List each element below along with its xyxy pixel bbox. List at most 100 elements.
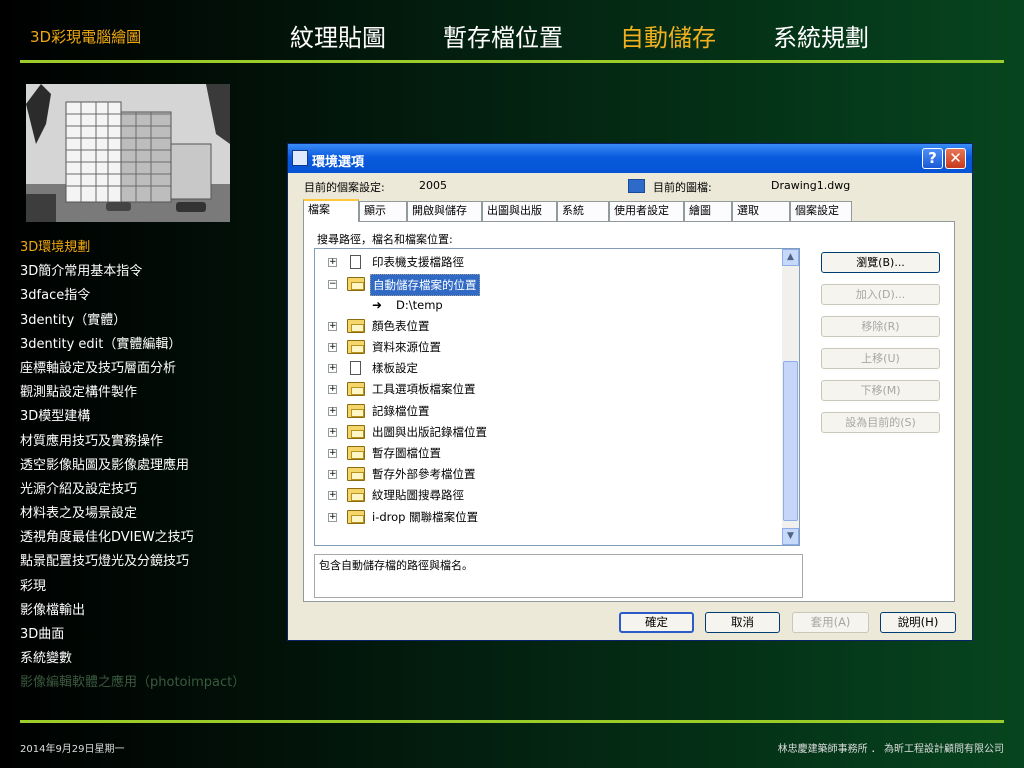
sidebar-item[interactable]: 觀測點設定構件製作 (20, 381, 280, 405)
sidebar-item[interactable]: 材質應用技巧及實務操作 (20, 430, 280, 454)
expand-icon[interactable]: + (328, 491, 337, 500)
description-box: 包含自動儲存檔的路徑與檔名。 (314, 554, 803, 598)
tab-open-save[interactable]: 開啟與儲存 (407, 201, 482, 221)
nav-auto-save[interactable]: 自動儲存 (620, 18, 716, 53)
app-icon (292, 150, 308, 166)
search-path-tree[interactable]: + 印表機支援檔路徑 − 自動儲存檔案的位置 ➜ D:\temp + 顏色表位置… (314, 248, 800, 546)
scroll-up-icon[interactable]: ▲ (782, 249, 799, 266)
scroll-thumb[interactable] (783, 361, 798, 521)
folder-icon (347, 510, 365, 524)
browse-button[interactable]: 瀏覽(B)... (821, 252, 940, 273)
expand-icon[interactable]: + (328, 513, 337, 522)
nav-system-planning[interactable]: 系統規劃 (773, 18, 869, 53)
profile-label: 目前的個案設定: (304, 181, 385, 194)
tab-files[interactable]: 檔案 (303, 199, 359, 222)
expand-icon[interactable]: + (328, 385, 337, 394)
ok-button[interactable]: 確定 (619, 612, 694, 633)
sidebar-item-3d-environment[interactable]: 3D環境規劃 (20, 236, 280, 260)
tree-item-label: 顏色表位置 (372, 319, 430, 333)
cancel-button[interactable]: 取消 (705, 612, 780, 633)
tree-item-label: 記錄檔位置 (372, 404, 430, 418)
sidebar-item[interactable]: 3D模型建構 (20, 405, 280, 429)
sidebar-menu: 3D環境規劃 3D簡介常用基本指令 3dface指令 3dentity（實體） … (20, 236, 280, 696)
sidebar-item[interactable]: 影像編輯軟體之應用（photoimpact） (20, 671, 280, 695)
expand-icon[interactable]: + (328, 343, 337, 352)
sidebar-item[interactable]: 3D簡介常用基本指令 (20, 260, 280, 284)
folder-icon (347, 425, 365, 439)
sidebar-item[interactable]: 彩現 (20, 575, 280, 599)
tab-profiles[interactable]: 個案設定 (790, 201, 852, 221)
sidebar-item[interactable]: 系統變數 (20, 647, 280, 671)
folder-icon (347, 319, 365, 333)
folder-icon (347, 340, 365, 354)
tree-heading: 搜尋路徑，檔名和檔案位置: (317, 233, 453, 246)
top-divider (20, 60, 1004, 63)
tree-item-label: D:\temp (396, 298, 443, 312)
tree-item-label: 暫存圖檔位置 (372, 446, 441, 460)
drawing-value: Drawing1.dwg (771, 179, 851, 192)
sidebar-item[interactable]: 3D曲面 (20, 623, 280, 647)
dialog-title: 環境選項 (312, 155, 365, 170)
profile-value: 2005 (419, 179, 447, 192)
folder-open-icon (347, 277, 365, 291)
folder-icon (347, 467, 365, 481)
folder-icon (347, 404, 365, 418)
footer-org: 林忠慶建築師事務所 ． 為昕工程設計顧問有限公司 (777, 744, 1004, 755)
close-icon[interactable]: ✕ (945, 148, 966, 169)
building-photo (26, 84, 230, 222)
tab-system[interactable]: 系統 (557, 201, 609, 221)
move-up-button[interactable]: 上移(U) (821, 348, 940, 369)
tree-item-label: 樣板設定 (372, 361, 418, 375)
expand-icon[interactable]: + (328, 258, 337, 267)
expand-icon[interactable]: + (328, 407, 337, 416)
help-icon[interactable]: ? (922, 148, 943, 169)
apply-button[interactable]: 套用(A) (792, 612, 869, 633)
dialog-titlebar[interactable]: 環境選項 ? ✕ (288, 144, 972, 173)
top-nav: 紋理貼圖 暫存檔位置 自動儲存 系統規劃 (290, 18, 926, 53)
folder-icon (347, 488, 365, 502)
scroll-down-icon[interactable]: ▼ (782, 528, 799, 545)
expand-icon[interactable]: + (328, 428, 337, 437)
sidebar-item[interactable]: 3dentity（實體） (20, 309, 280, 333)
tab-drafting[interactable]: 繪圖 (684, 201, 732, 221)
remove-button[interactable]: 移除(R) (821, 316, 940, 337)
tree-item-label: 暫存外部參考檔位置 (372, 467, 476, 481)
sidebar-item[interactable]: 3dface指令 (20, 284, 280, 308)
tree-item-label: i-drop 關聯檔案位置 (372, 510, 479, 524)
sidebar-item[interactable]: 3dentity edit（實體編輯） (20, 333, 280, 357)
drawing-label: 目前的圖檔: (653, 181, 712, 194)
brand-title: 3D彩現電腦繪圖 (30, 28, 142, 46)
nav-temp-file-location[interactable]: 暫存檔位置 (443, 18, 563, 53)
sidebar-item[interactable]: 光源介紹及設定技巧 (20, 478, 280, 502)
sidebar-item[interactable]: 材料表之及場景設定 (20, 502, 280, 526)
tree-item-label: 紋理貼圖搜尋路徑 (372, 488, 464, 502)
tab-display[interactable]: 顯示 (359, 201, 407, 221)
expand-icon[interactable]: + (328, 470, 337, 479)
expand-icon[interactable]: + (328, 322, 337, 331)
folder-icon (347, 446, 365, 460)
tab-user-preferences[interactable]: 使用者設定 (609, 201, 684, 221)
sidebar-item[interactable]: 影像檔輸出 (20, 599, 280, 623)
document-icon (350, 255, 361, 269)
tree-item-label: 出圖與出版記錄檔位置 (372, 425, 487, 439)
move-down-button[interactable]: 下移(M) (821, 380, 940, 401)
nav-texture-mapping[interactable]: 紋理貼圖 (290, 18, 386, 53)
folder-icon (347, 382, 365, 396)
expand-icon[interactable]: + (328, 364, 337, 373)
expand-icon[interactable]: + (328, 449, 337, 458)
add-button[interactable]: 加入(D)... (821, 284, 940, 305)
sidebar-item[interactable]: 透空影像貼圖及影像處理應用 (20, 454, 280, 478)
drawing-icon (628, 179, 645, 193)
options-dialog: 環境選項 ? ✕ 目前的個案設定: 2005 目前的圖檔: Drawing1.d… (287, 143, 973, 641)
set-current-button[interactable]: 設為目前的(S) (821, 412, 940, 433)
document-icon (350, 361, 361, 375)
help-button[interactable]: 說明(H) (880, 612, 956, 633)
tree-scrollbar[interactable]: ▲ ▼ (782, 249, 799, 545)
tab-selection[interactable]: 選取 (732, 201, 790, 221)
footer-date: 2014年9月29日星期一 (20, 744, 125, 755)
collapse-icon[interactable]: − (328, 280, 337, 289)
sidebar-item[interactable]: 座標軸設定及技巧層面分析 (20, 357, 280, 381)
sidebar-item[interactable]: 透視角度最佳化DVIEW之技巧 (20, 526, 280, 550)
tab-plot-publish[interactable]: 出圖與出版 (482, 201, 557, 221)
sidebar-item[interactable]: 點景配置技巧燈光及分鏡技巧 (20, 550, 280, 574)
